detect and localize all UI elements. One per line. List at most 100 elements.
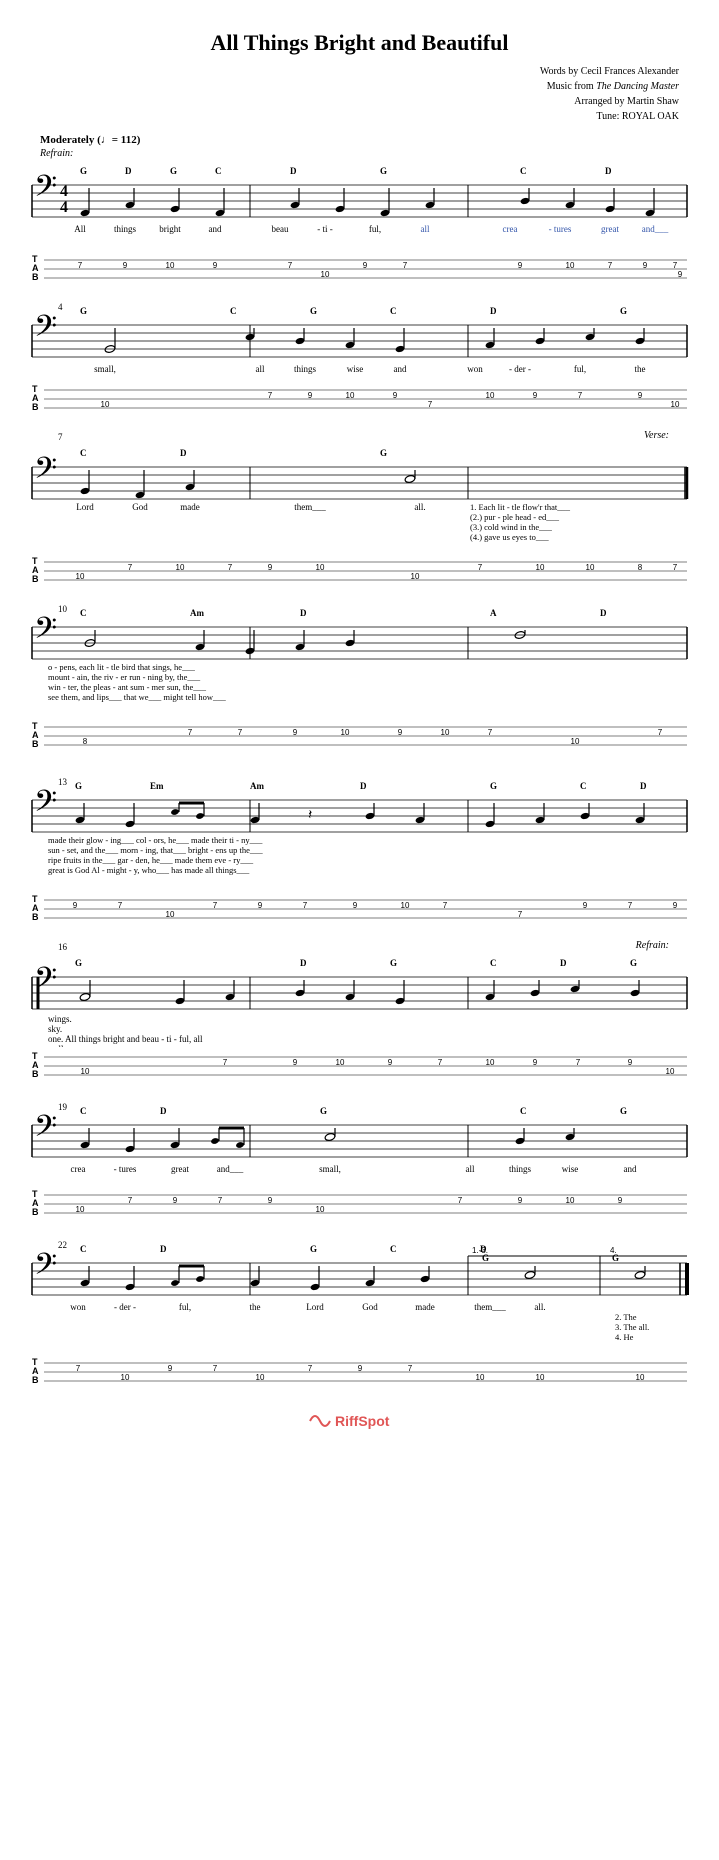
svg-text:and: and xyxy=(624,1164,637,1174)
svg-text:B: B xyxy=(32,912,39,922)
measure-num-22: 22 xyxy=(58,1240,67,1250)
svg-text:G: G xyxy=(620,1106,627,1116)
svg-text:10: 10 xyxy=(636,1373,645,1382)
svg-text:9: 9 xyxy=(353,901,358,910)
svg-text:all: all xyxy=(256,364,265,374)
measure-num-10: 10 xyxy=(58,604,67,614)
tab-system-7: T A B 10 7 9 7 9 10 7 9 10 9 xyxy=(30,1185,689,1223)
svg-text:Am: Am xyxy=(250,781,264,791)
svg-text:7: 7 xyxy=(403,261,408,270)
svg-text:𝄢: 𝄢 xyxy=(34,1110,57,1150)
svg-text:mount - ain, the riv -: mount - ain, the riv - er run - ning by,… xyxy=(48,672,201,682)
svg-text:Lord: Lord xyxy=(76,502,94,512)
svg-text:𝄢: 𝄢 xyxy=(34,785,57,825)
svg-text:made: made xyxy=(415,1302,435,1312)
svg-text:9: 9 xyxy=(643,261,648,270)
svg-text:won: won xyxy=(70,1302,86,1312)
svg-text:C: C xyxy=(580,781,587,791)
svg-text:9: 9 xyxy=(398,728,403,737)
credits: Words by Cecil Frances Alexander Music f… xyxy=(30,64,689,124)
staff-system-5: 𝄢 G Em Am D G C D xyxy=(30,775,689,890)
staff-system-6: 𝄢 G D G C D G xyxy=(30,952,689,1047)
svg-text:7: 7 xyxy=(658,728,663,737)
svg-text:9: 9 xyxy=(173,1196,178,1205)
svg-text:10: 10 xyxy=(401,901,410,910)
svg-text:10: 10 xyxy=(486,1058,495,1067)
svg-text:9: 9 xyxy=(393,391,398,400)
svg-text:𝄽: 𝄽 xyxy=(308,808,312,823)
svg-text:7: 7 xyxy=(478,563,483,572)
svg-text:G: G xyxy=(630,958,637,968)
tab-system-3: T A B 10 7 10 7 9 10 10 7 10 10 8 7 xyxy=(30,552,689,590)
svg-text:D: D xyxy=(600,608,607,618)
svg-text:𝄢: 𝄢 xyxy=(34,1248,57,1288)
svg-text:10: 10 xyxy=(256,1373,265,1382)
svg-text:10: 10 xyxy=(586,563,595,572)
svg-text:7: 7 xyxy=(218,1196,223,1205)
svg-text:wise: wise xyxy=(562,1164,579,1174)
svg-text:ful,: ful, xyxy=(369,224,381,234)
svg-text:C: C xyxy=(80,608,87,618)
svg-text:bright: bright xyxy=(159,224,181,234)
svg-text:C: C xyxy=(520,1106,527,1116)
svg-text:10: 10 xyxy=(81,1067,90,1076)
svg-text:D: D xyxy=(290,166,297,176)
svg-text:C: C xyxy=(490,958,497,968)
svg-text:and: and xyxy=(394,364,407,374)
verse-label: Verse: xyxy=(30,430,689,441)
svg-text:7: 7 xyxy=(576,1058,581,1067)
svg-text:B: B xyxy=(32,272,39,282)
tempo-marking: Moderately (♩= 112) xyxy=(40,134,689,146)
svg-text:10: 10 xyxy=(121,1373,130,1382)
svg-text:- tures: - tures xyxy=(114,1164,137,1174)
svg-text:𝄢: 𝄢 xyxy=(34,310,57,350)
svg-text:God: God xyxy=(132,502,148,512)
svg-text:9: 9 xyxy=(358,1364,363,1373)
svg-text:Am: Am xyxy=(190,608,204,618)
svg-text:RiffSpot: RiffSpot xyxy=(335,1413,390,1429)
svg-text:7: 7 xyxy=(428,400,433,409)
svg-text:𝄢: 𝄢 xyxy=(34,612,57,652)
svg-text:- der -: - der - xyxy=(509,364,531,374)
svg-text:(4.) gave us eyes to_: (4.) gave us eyes to___ xyxy=(470,532,549,542)
svg-text:7: 7 xyxy=(268,391,273,400)
svg-text:ful,: ful, xyxy=(179,1302,191,1312)
svg-text:things: things xyxy=(294,364,317,374)
svg-text:D: D xyxy=(160,1106,167,1116)
svg-text:all: all xyxy=(421,224,430,234)
svg-text:4. He: 4. He xyxy=(615,1332,634,1342)
svg-text:G: G xyxy=(612,1253,619,1263)
svg-text:C: C xyxy=(520,166,527,176)
svg-text:9: 9 xyxy=(363,261,368,270)
svg-text:9: 9 xyxy=(583,901,588,910)
svg-text:4: 4 xyxy=(60,183,68,200)
svg-text:10: 10 xyxy=(566,1196,575,1205)
svg-text:8: 8 xyxy=(638,563,643,572)
refrain-label-2: Refrain: xyxy=(30,940,689,951)
svg-text:10: 10 xyxy=(346,391,355,400)
riffspot-logo: RiffSpot xyxy=(30,1406,689,1440)
staff-system-2: 𝄢 G C G C D G xyxy=(30,300,689,380)
svg-text:crea: crea xyxy=(503,224,518,234)
svg-text:10: 10 xyxy=(441,728,450,737)
staff-system-7: 𝄢 C D G C G xyxy=(30,1100,689,1185)
svg-text:the: the xyxy=(635,364,646,374)
svg-text:7: 7 xyxy=(228,563,233,572)
svg-text:sun - set, and the___: sun - set, and the___ morn - ing, that__… xyxy=(48,845,263,855)
svg-text:G: G xyxy=(620,306,627,316)
svg-text:10: 10 xyxy=(571,737,580,746)
svg-text:9: 9 xyxy=(213,261,218,270)
svg-text:G: G xyxy=(80,306,87,316)
svg-text:7: 7 xyxy=(408,1364,413,1373)
svg-text:4: 4 xyxy=(60,199,68,216)
svg-text:9: 9 xyxy=(293,1058,298,1067)
svg-text:7: 7 xyxy=(118,901,123,910)
system-3: 7 Verse: 𝄢 C D G xyxy=(30,430,689,590)
svg-text:B: B xyxy=(32,1375,39,1385)
svg-text:9: 9 xyxy=(123,261,128,270)
svg-text:9: 9 xyxy=(533,391,538,400)
svg-text:2. The: 2. The xyxy=(615,1312,637,1322)
svg-text:7: 7 xyxy=(128,1196,133,1205)
svg-text:D: D xyxy=(125,166,132,176)
svg-text:7: 7 xyxy=(458,1196,463,1205)
